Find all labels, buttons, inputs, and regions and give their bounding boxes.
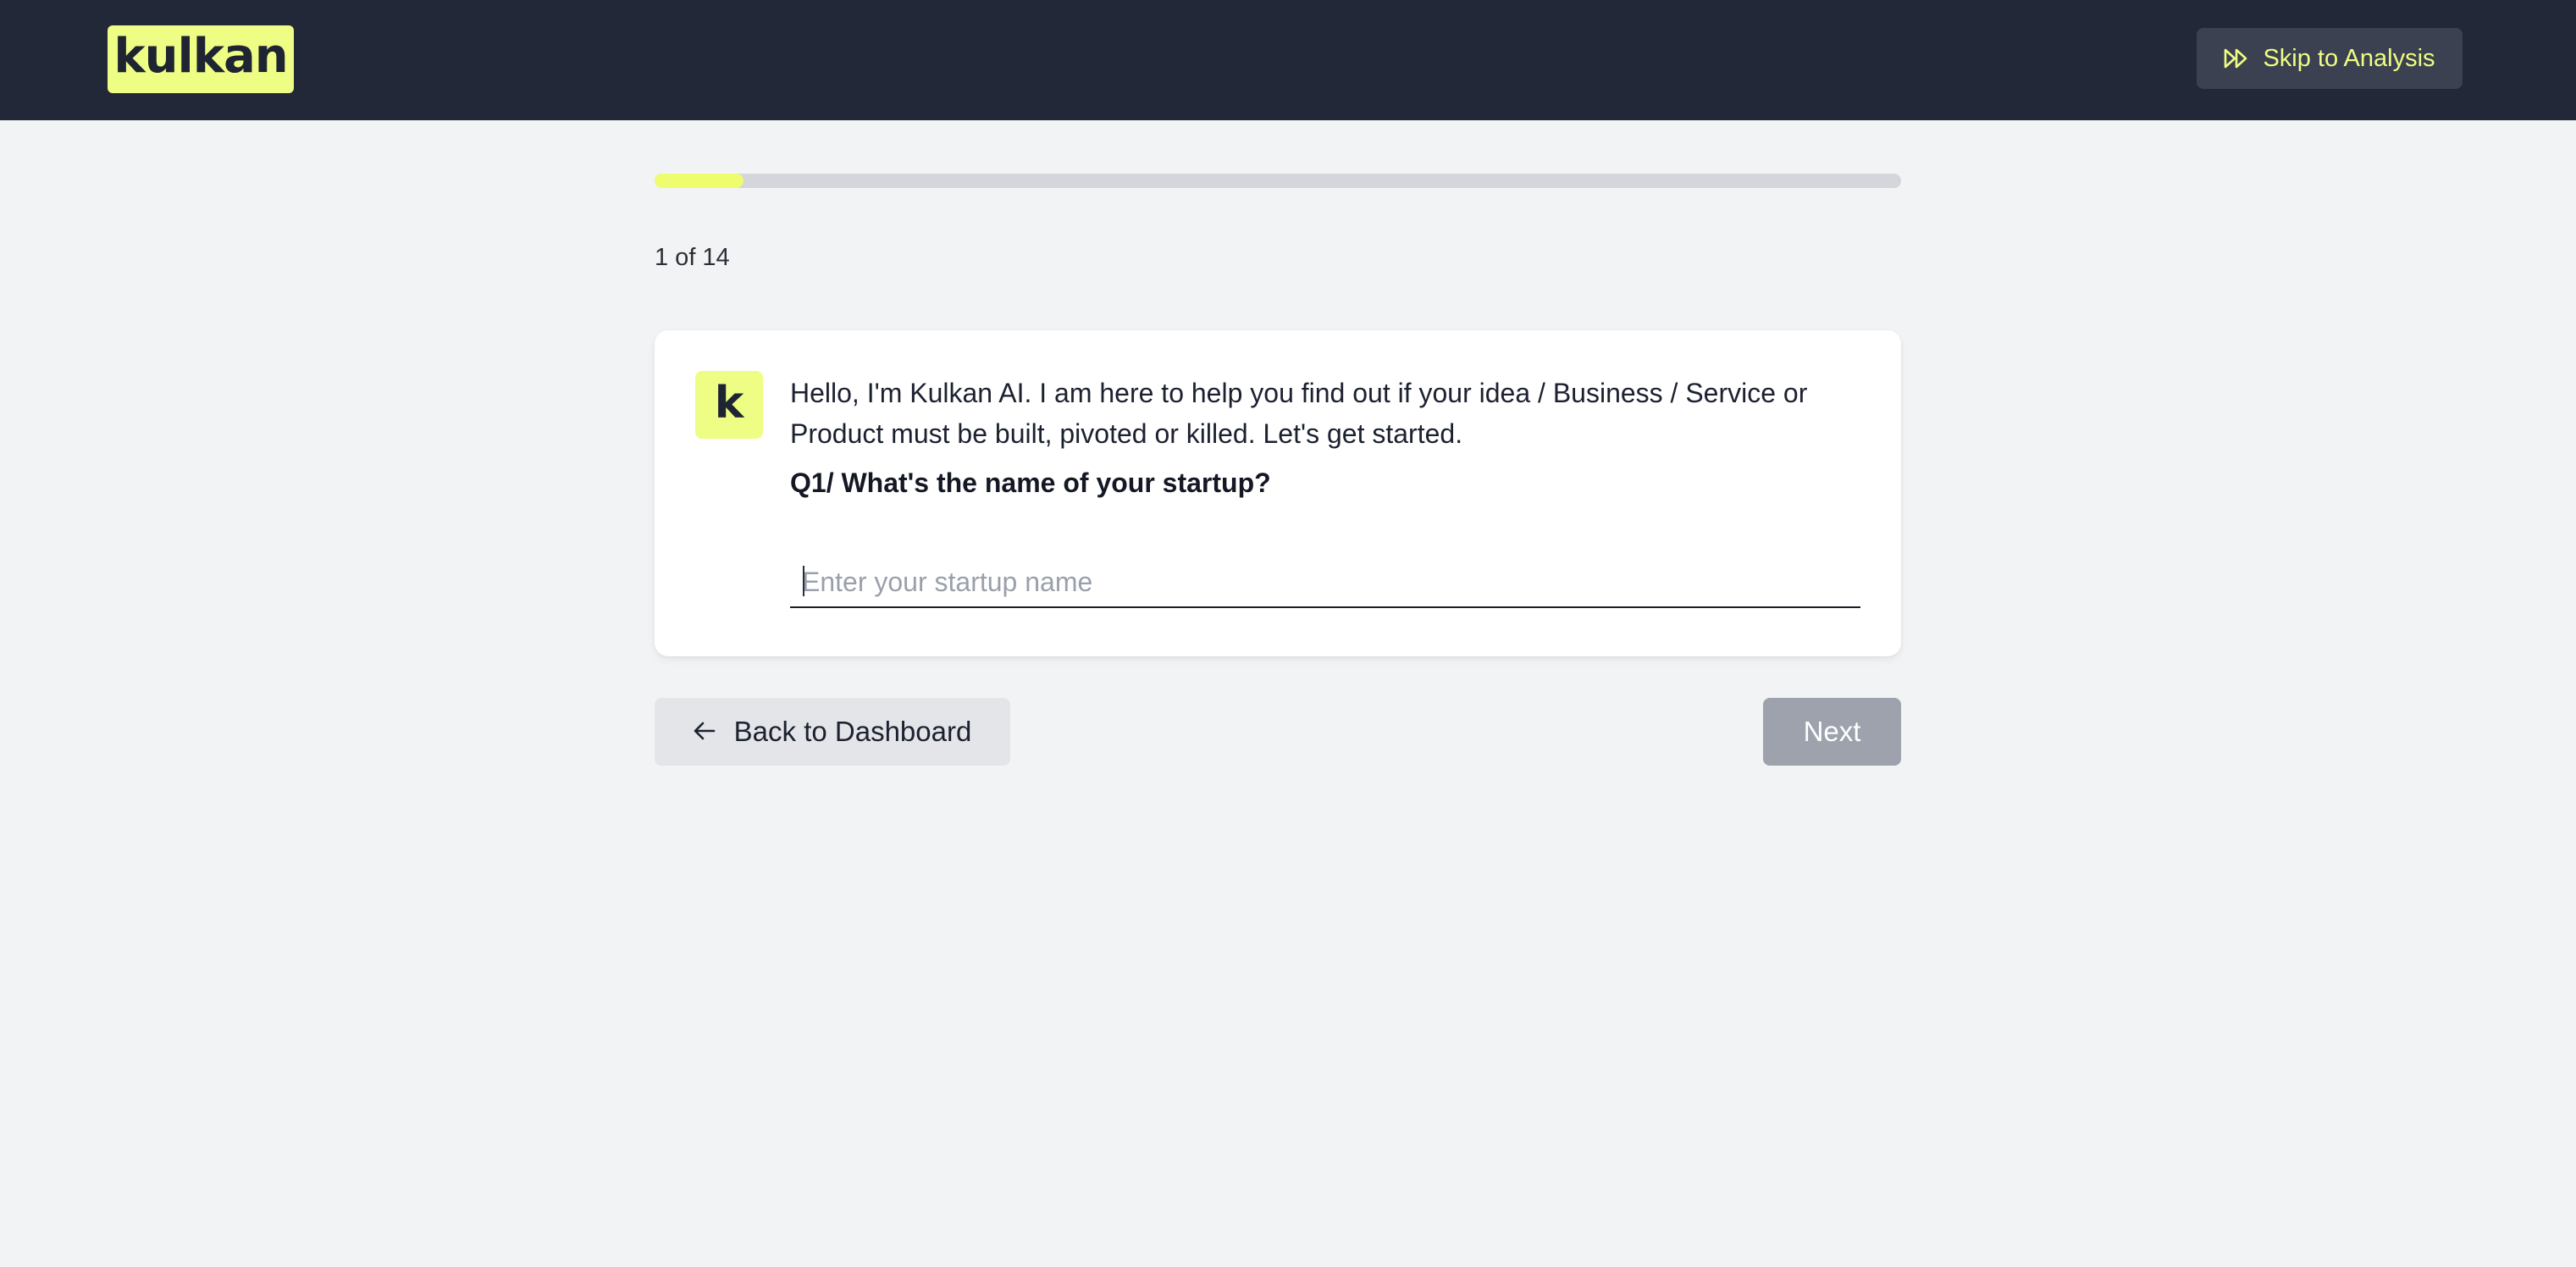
- step-counter: 1 of 14: [655, 244, 730, 271]
- text-cursor: [803, 566, 804, 596]
- arrow-left-icon: [694, 716, 716, 748]
- skip-to-analysis-label: Skip to Analysis: [2263, 44, 2435, 72]
- fast-forward-icon: [2224, 47, 2249, 69]
- logo-wordmark: kulkan: [113, 29, 288, 84]
- back-to-dashboard-label: Back to Dashboard: [733, 716, 972, 747]
- skip-to-analysis-button[interactable]: Skip to Analysis: [2197, 28, 2463, 89]
- assistant-intro-message: Hello, I'm Kulkan AI. I am here to help …: [790, 378, 1808, 449]
- top-navigation-bar: kulkan Skip to Analysis: [0, 0, 2576, 120]
- avatar-letter: k: [714, 378, 744, 429]
- startup-name-input[interactable]: [790, 557, 1860, 608]
- back-to-dashboard-button[interactable]: Back to Dashboard: [655, 698, 1010, 766]
- next-button[interactable]: Next: [1763, 698, 1901, 766]
- question-card: k Hello, I'm Kulkan AI. I am here to hel…: [655, 330, 1901, 656]
- kulkan-ai-avatar: k: [695, 371, 763, 439]
- progress-bar-fill: [655, 174, 744, 188]
- next-label: Next: [1803, 716, 1861, 747]
- kulkan-logo[interactable]: kulkan: [108, 25, 294, 93]
- progress-bar: [655, 174, 1901, 188]
- question-text: Q1/ What's the name of your startup?: [790, 468, 1271, 498]
